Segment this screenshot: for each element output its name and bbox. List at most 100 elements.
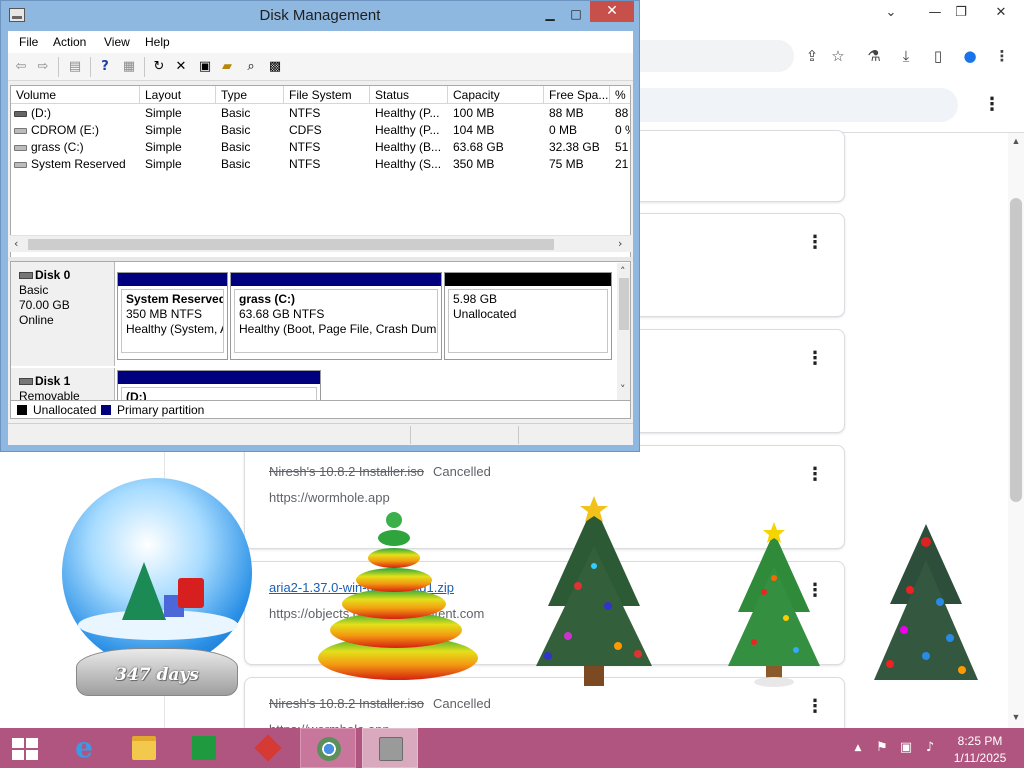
back-icon[interactable]: ⇦ xyxy=(12,58,30,76)
scrollbar-thumb[interactable] xyxy=(1010,198,1022,502)
legend-unallocated: Unallocated xyxy=(33,403,97,417)
partition-detail: 350 MB NTFS xyxy=(126,307,203,321)
horizontal-scrollbar[interactable]: ‹ › xyxy=(10,235,631,252)
taskbar-package[interactable] xyxy=(240,728,296,768)
close-icon[interactable]: ✕ xyxy=(590,1,634,22)
start-button[interactable] xyxy=(0,728,56,768)
christmas-tree-gadget[interactable] xyxy=(528,496,660,694)
help-icon[interactable]: ? xyxy=(96,58,114,76)
menu-icon[interactable]: ⋮ xyxy=(990,44,1014,68)
scroll-down-icon[interactable]: ˅ xyxy=(620,383,626,396)
menu-action[interactable]: Action xyxy=(53,35,86,49)
disk-type: Removable xyxy=(19,389,80,401)
partition-system-reserved[interactable]: System Reserved 350 MB NTFS Healthy (Sys… xyxy=(117,272,228,360)
view-settings-icon[interactable]: ▩ xyxy=(266,58,284,76)
table-row[interactable]: System Reserved xyxy=(14,156,140,173)
taskbar-store[interactable] xyxy=(176,728,232,768)
close-button[interactable]: ✕ xyxy=(990,3,1012,23)
cell-fs: NTFS xyxy=(289,157,321,171)
scrollbar-thumb[interactable] xyxy=(28,239,554,250)
more-options-icon[interactable]: ⋮ xyxy=(806,232,824,253)
column-header-file-system[interactable]: File System xyxy=(284,86,370,104)
delete-icon[interactable]: ✕ xyxy=(172,58,190,76)
swirl-tree-gadget[interactable] xyxy=(310,500,490,690)
more-options-icon[interactable]: ⋮ xyxy=(806,464,824,485)
store-icon xyxy=(192,736,216,760)
volume-name: System Reserved xyxy=(31,157,126,171)
download-icon[interactable]: ⤓ xyxy=(894,44,918,68)
scroll-up-icon[interactable]: ˄ xyxy=(620,265,626,278)
search-icon[interactable]: ⌕ xyxy=(242,58,260,76)
cell-layout: Simple xyxy=(145,157,182,171)
column-header-free-space[interactable]: Free Spa... xyxy=(544,86,610,104)
properties-list-icon[interactable]: ▦ xyxy=(120,58,138,76)
minimize-button[interactable]: — xyxy=(924,3,946,23)
scroll-down-icon[interactable]: ▼ xyxy=(1008,712,1024,724)
share-icon[interactable]: ⇪ xyxy=(800,44,824,68)
taskbar-chrome[interactable] xyxy=(300,728,356,768)
restore-button[interactable]: ❐ xyxy=(950,3,972,23)
disk-1-label[interactable]: Disk 1 Removable xyxy=(11,368,115,401)
volume-list[interactable]: Volume Layout Type File System Status Ca… xyxy=(10,85,631,259)
menu-help[interactable]: Help xyxy=(145,35,170,49)
taskbar-internet-explorer[interactable]: e xyxy=(56,728,112,768)
star-icon[interactable]: ☆ xyxy=(826,44,850,68)
column-header-type[interactable]: Type xyxy=(216,86,284,104)
scroll-left-icon[interactable]: ‹ xyxy=(14,237,18,250)
scroll-right-icon[interactable]: › xyxy=(618,237,622,250)
menu-view[interactable]: View xyxy=(104,35,130,49)
console-tree-icon[interactable]: ▤ xyxy=(66,58,84,76)
download-filename[interactable]: Niresh's 10.8.2 Installer.iso xyxy=(269,464,424,479)
more-options-icon[interactable]: ⋮ xyxy=(806,696,824,717)
flask-icon[interactable]: ⚗ xyxy=(862,44,886,68)
profile-icon[interactable]: ● xyxy=(958,44,982,68)
refresh-icon[interactable]: ↻ xyxy=(150,58,168,76)
column-header-status[interactable]: Status xyxy=(370,86,448,104)
chevron-up-icon[interactable]: ▲ xyxy=(850,740,866,756)
maximize-icon[interactable]: □ xyxy=(567,3,585,25)
cell-capacity: 104 MB xyxy=(453,123,495,137)
flag-icon[interactable]: ⚑ xyxy=(874,740,890,756)
downloads-search-input[interactable] xyxy=(640,88,958,122)
forward-icon[interactable]: ⇨ xyxy=(34,58,52,76)
tab-search-button[interactable]: ⌄ xyxy=(880,3,902,23)
address-bar[interactable] xyxy=(640,40,794,72)
christmas-tree-gadget[interactable] xyxy=(870,520,982,688)
menu-file[interactable]: File xyxy=(19,35,38,49)
toolbar-separator xyxy=(90,57,91,77)
column-header-volume[interactable]: Volume xyxy=(11,86,140,104)
cell-capacity: 63.68 GB xyxy=(453,140,504,154)
properties-icon[interactable]: ▣ xyxy=(196,58,214,76)
column-header-percent-free[interactable]: % F xyxy=(610,86,630,104)
column-header-layout[interactable]: Layout xyxy=(140,86,216,104)
cell-free: 88 MB xyxy=(549,106,584,120)
partition-name: grass (C:) xyxy=(239,292,296,306)
clock-time[interactable]: 8:25 PM xyxy=(948,734,1012,748)
network-icon[interactable]: ▣ xyxy=(898,740,914,756)
clock-date[interactable]: 1/11/2025 xyxy=(948,751,1012,765)
column-header-capacity[interactable]: Capacity xyxy=(448,86,544,104)
more-options-icon[interactable]: ⋮ xyxy=(806,348,824,369)
partition-unallocated[interactable]: 5.98 GB Unallocated xyxy=(444,272,612,360)
disk-0-label[interactable]: Disk 0 Basic 70.00 GB Online xyxy=(11,262,115,366)
downloads-menu-icon[interactable]: ⋮ xyxy=(980,92,1004,118)
internet-explorer-icon: e xyxy=(75,731,93,764)
taskbar-file-explorer[interactable] xyxy=(116,728,172,768)
partition-grass-c[interactable]: grass (C:) 63.68 GB NTFS Healthy (Boot, … xyxy=(230,272,442,360)
open-folder-icon[interactable]: ▰ xyxy=(218,58,236,76)
disk-icon xyxy=(19,272,33,280)
taskbar-disk-management[interactable] xyxy=(362,728,418,768)
table-row[interactable]: CDROM (E:) xyxy=(14,122,140,139)
minimize-icon[interactable]: ▁ xyxy=(541,3,559,25)
sidepanel-icon[interactable]: ▯ xyxy=(926,44,950,68)
partition-d[interactable]: (D:) xyxy=(117,370,321,400)
disk-graphical-view[interactable]: Disk 0 Basic 70.00 GB Online System Rese… xyxy=(10,261,631,401)
speaker-icon[interactable]: ♪ xyxy=(922,740,938,756)
scrollbar-thumb[interactable] xyxy=(619,278,629,330)
download-filename[interactable]: Niresh's 10.8.2 Installer.iso xyxy=(269,696,424,711)
table-row[interactable]: (D:) xyxy=(14,105,140,122)
table-row[interactable]: grass (C:) xyxy=(14,139,140,156)
scroll-up-icon[interactable]: ▲ xyxy=(1008,136,1024,148)
titlebar[interactable]: Disk Management ▁ □ ✕ xyxy=(1,1,639,31)
christmas-tree-gadget[interactable] xyxy=(724,522,824,688)
